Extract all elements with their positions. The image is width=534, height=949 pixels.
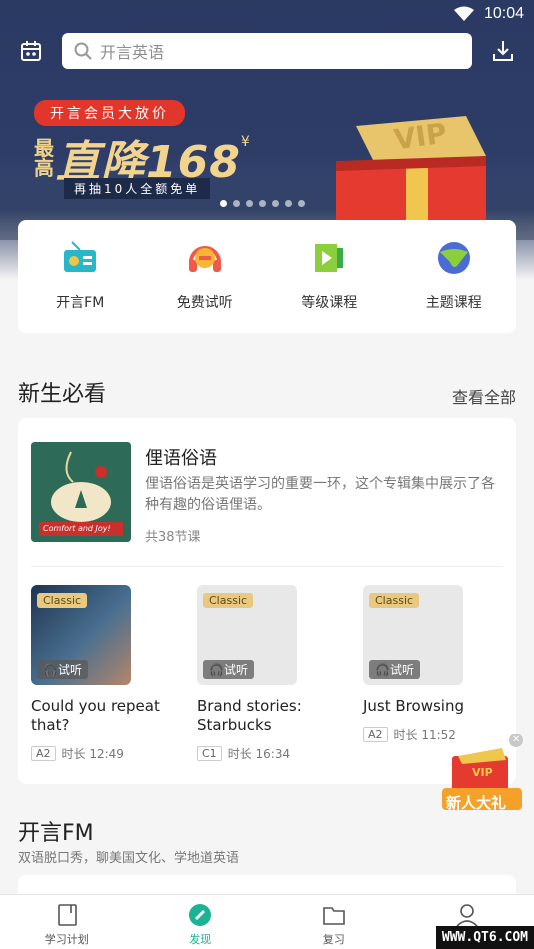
- promo-tag: 开言会员大放价: [34, 100, 185, 126]
- search-icon: [74, 42, 92, 60]
- category-label: 主题课程: [425, 295, 482, 311]
- category-label: 免费试听: [176, 295, 233, 311]
- promo-prefix: 最高: [34, 136, 54, 180]
- nav-study-plan[interactable]: 学习计划: [0, 895, 134, 949]
- category-level-course[interactable]: 等级课程: [267, 220, 392, 333]
- carousel-dot[interactable]: [233, 200, 240, 207]
- video-play-icon: [315, 244, 344, 272]
- download-icon[interactable]: [486, 34, 520, 68]
- category-label: 等级课程: [301, 295, 358, 311]
- course-thumbnail: Classic 🎧试听: [31, 585, 131, 685]
- carousel-dot[interactable]: [220, 200, 227, 207]
- new-user-gift-button[interactable]: ✕ VIP 新人大礼: [436, 733, 524, 820]
- category-card: 开言FM 免费试听 等级课程 主题课程: [18, 220, 516, 333]
- headphones-icon: 🎧: [375, 663, 390, 677]
- headphones-icon: [188, 246, 221, 272]
- search-placeholder: 开言英语: [100, 43, 165, 62]
- course-title: Just Browsing: [363, 697, 464, 715]
- gift-label: 新人大礼: [446, 794, 507, 812]
- headphones-icon: 🎧: [209, 663, 224, 677]
- carousel-dots: [220, 200, 305, 207]
- level-badge: A2: [31, 746, 56, 761]
- course-badge: Classic: [369, 593, 420, 608]
- must-watch-card: Comfort and Joy! 俚语俗语 俚语俗语是英语学习的重要一环，这个专…: [18, 418, 516, 784]
- trial-tag: 🎧试听: [37, 660, 88, 679]
- top-bar: 开言英语: [0, 30, 534, 74]
- trial-tag: 🎧试听: [369, 660, 420, 679]
- course-meta: A2 时长 12:49: [31, 745, 181, 762]
- carousel-dot[interactable]: [298, 200, 305, 207]
- headphones-icon: 🎧: [43, 663, 58, 677]
- course-item[interactable]: Classic 🎧试听 Just Browsing A2 时长 11:52: [363, 585, 513, 743]
- divider: [31, 566, 503, 567]
- category-fm[interactable]: 开言FM: [18, 220, 143, 333]
- promo-currency: ¥: [240, 134, 250, 150]
- status-time: 10:04: [483, 5, 524, 22]
- search-input[interactable]: 开言英语: [62, 33, 472, 69]
- globe-icon: [437, 242, 470, 274]
- course-badge: Classic: [37, 593, 88, 608]
- nav-discover[interactable]: 发现: [134, 895, 268, 949]
- course-meta: C1 时长 16:34: [197, 745, 347, 762]
- carousel-dot[interactable]: [285, 200, 292, 207]
- section-title-must-watch: 新生必看: [18, 382, 107, 407]
- category-free-trial[interactable]: 免费试听: [143, 220, 268, 333]
- course-badge: Classic: [203, 593, 254, 608]
- status-bar: 10:04: [0, 0, 534, 30]
- section-title-fm: 开言FM: [18, 821, 94, 846]
- view-all-link[interactable]: 查看全部: [452, 384, 516, 408]
- promo-subline: 再抽10人全额免单: [64, 178, 211, 199]
- course-duration: 时长 16:34: [227, 747, 291, 761]
- featured-description: 俚语俗语是英语学习的重要一环，这个专辑集中展示了各种有趣的俗语俚语。: [145, 476, 495, 513]
- close-icon[interactable]: ✕: [512, 734, 520, 745]
- featured-lesson-count: 共38节课: [145, 530, 201, 545]
- app: 10:04 开言英语 开言会员大放价 最高 直降168 ¥ 再抽10人全额免单: [0, 0, 534, 949]
- vip-gift-box-illustration: VIP: [316, 106, 496, 226]
- level-badge: A2: [363, 727, 388, 742]
- nav-label: 复习: [322, 933, 345, 946]
- course-item[interactable]: Classic 🎧试听 Brand stories: Starbucks C1 …: [197, 585, 347, 762]
- course-item[interactable]: Classic 🎧试听 Could you repeat that? A2 时长…: [31, 585, 181, 762]
- featured-album-cover[interactable]: Comfort and Joy!: [31, 442, 131, 542]
- folder-icon: [322, 907, 345, 925]
- user-icon: [456, 904, 478, 927]
- course-thumbnail: Classic 🎧试听: [363, 585, 463, 685]
- featured-title[interactable]: 俚语俗语: [145, 444, 217, 470]
- course-duration: 时长 12:49: [61, 747, 124, 761]
- watermark: WWW.QT6.COM: [435, 926, 534, 949]
- nav-label: 发现: [189, 933, 212, 946]
- wifi-icon: [454, 6, 474, 21]
- course-title: Brand stories: Starbucks: [197, 697, 302, 734]
- carousel-dot[interactable]: [272, 200, 279, 207]
- category-label: 开言FM: [56, 295, 105, 311]
- course-thumbnail: Classic 🎧试听: [197, 585, 297, 685]
- section-subtitle-fm: 双语脱口秀，聊美国文化、学地道英语: [18, 851, 240, 866]
- category-topic-course[interactable]: 主题课程: [392, 220, 517, 333]
- nav-review[interactable]: 复习: [267, 895, 401, 949]
- nav-label: 学习计划: [44, 933, 89, 946]
- carousel-dot[interactable]: [246, 200, 253, 207]
- course-title: Could you repeat that?: [31, 697, 160, 734]
- book-icon: [57, 904, 77, 926]
- carousel-dot[interactable]: [259, 200, 266, 207]
- gift-vip: VIP: [472, 766, 493, 779]
- featured-image-text: Comfort and Joy!: [43, 524, 111, 533]
- compass-icon: [189, 904, 212, 926]
- calendar-icon[interactable]: [14, 34, 48, 68]
- radio-icon: [64, 241, 97, 272]
- level-badge: C1: [197, 746, 222, 761]
- trial-tag: 🎧试听: [203, 660, 254, 679]
